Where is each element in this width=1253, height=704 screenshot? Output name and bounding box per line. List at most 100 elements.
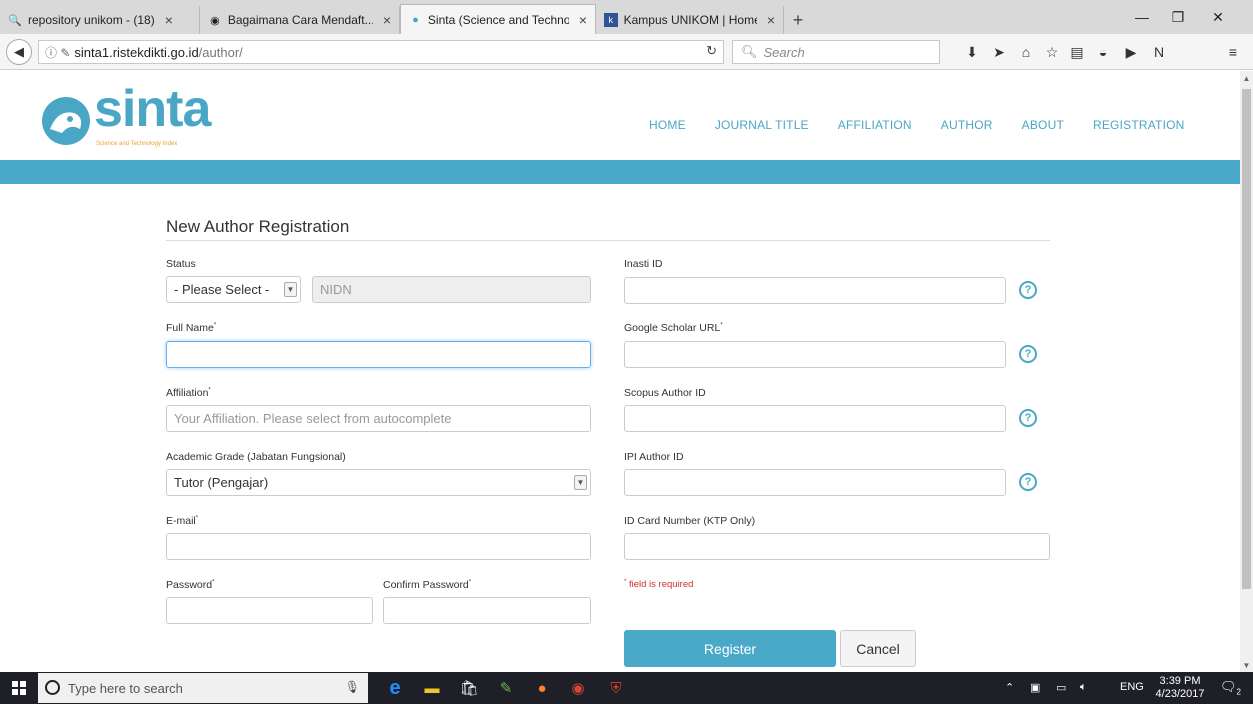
confirm-password-label: Confirm Password*: [383, 579, 471, 591]
windows-start-icon[interactable]: [12, 681, 26, 695]
grade-select[interactable]: Tutor (Pengajar) ▼: [166, 469, 591, 496]
nav-journal-title[interactable]: JOURNAL TITLE: [715, 118, 809, 132]
browser-search-input[interactable]: 🔍︎ Search: [732, 40, 940, 64]
close-tab-icon[interactable]: ×: [579, 12, 587, 28]
new-tab-button[interactable]: +: [784, 6, 812, 34]
ipi-label: IPI Author ID: [624, 451, 684, 463]
reload-icon[interactable]: ↻: [706, 43, 717, 59]
nav-author[interactable]: AUTHOR: [941, 118, 993, 132]
browser-nav-bar: ◀ ⓘ ✎ sinta1.ristekdikti.go.id/author/ ↻…: [0, 34, 1253, 70]
cancel-button[interactable]: Cancel: [840, 630, 916, 667]
affiliation-label-text: Affiliation: [166, 387, 209, 399]
nav-home[interactable]: HOME: [649, 118, 686, 132]
inasti-input[interactable]: [624, 277, 1006, 304]
required-mark: *: [720, 322, 723, 329]
register-button[interactable]: Register: [624, 630, 836, 667]
edge-icon[interactable]: e: [383, 676, 407, 700]
required-mark: *: [468, 579, 472, 586]
download-icon[interactable]: ⬇: [963, 43, 981, 61]
file-explorer-icon[interactable]: ▬: [420, 676, 444, 700]
chrome-icon[interactable]: ◉: [566, 676, 590, 700]
help-icon[interactable]: ?: [1019, 345, 1037, 363]
tray-chevron-up-icon[interactable]: ⌃: [1005, 681, 1014, 694]
youtube-icon[interactable]: ▶: [1122, 43, 1140, 61]
status-select[interactable]: - Please Select - ▼: [166, 276, 301, 303]
password-input[interactable]: [166, 597, 373, 624]
page-content: sinta Science and Technology Index HOME …: [0, 71, 1240, 672]
firefox-icon[interactable]: ●: [530, 676, 554, 700]
email-label: E-mail*: [166, 515, 198, 527]
scroll-up-icon[interactable]: ▲: [1240, 71, 1253, 85]
battery-icon[interactable]: ▭: [1056, 681, 1066, 694]
browser-tab-bar: 🔍 repository unikom - (18) × ◉ Bagaimana…: [0, 0, 1253, 34]
taskbar-search-input[interactable]: Type here to search 🎙︎: [38, 673, 368, 703]
scopus-id-input[interactable]: [624, 405, 1006, 432]
affiliation-input[interactable]: Your Affiliation. Please select from aut…: [166, 405, 591, 432]
sinta-logo-icon: [42, 97, 90, 145]
scholar-url-input[interactable]: [624, 341, 1006, 368]
menu-icon[interactable]: ≡: [1224, 43, 1242, 61]
taskbar-search-placeholder: Type here to search: [68, 680, 183, 696]
language-indicator[interactable]: ENG: [1120, 681, 1144, 693]
chevron-down-icon: ▼: [284, 282, 297, 297]
help-icon[interactable]: ?: [1019, 473, 1037, 491]
notification-center-icon[interactable]: 🗨︎2: [1220, 679, 1241, 697]
store-icon[interactable]: 🛍︎: [457, 676, 481, 700]
taskbar-clock[interactable]: 3:39 PM 4/23/2017: [1155, 675, 1205, 701]
scopus-label: Scopus Author ID: [624, 387, 706, 399]
bookmark-star-icon[interactable]: ☆: [1043, 43, 1061, 61]
close-tab-icon[interactable]: ×: [165, 12, 173, 28]
grade-select-value: Tutor (Pengajar): [174, 475, 269, 490]
arrow-left-icon: ◀: [14, 44, 24, 59]
fullname-label-text: Full Name: [166, 322, 214, 334]
fullname-input[interactable]: [166, 341, 591, 368]
browser-tab-unikom[interactable]: k Kampus UNIKOM | Home ×: [596, 6, 784, 34]
network-icon[interactable]: ▣: [1030, 681, 1040, 694]
close-tab-icon[interactable]: ×: [383, 12, 391, 28]
sinta-icon: ●: [412, 13, 419, 26]
send-icon[interactable]: ➤: [990, 43, 1008, 61]
volume-icon[interactable]: 🔈︎: [1080, 681, 1087, 694]
reading-list-icon[interactable]: ▤: [1068, 43, 1086, 61]
page-scrollbar[interactable]: ▲ ▼: [1240, 71, 1253, 672]
minimize-icon[interactable]: —: [1124, 0, 1160, 34]
microphone-icon[interactable]: 🎙︎: [345, 680, 360, 694]
header-banner: [0, 160, 1240, 184]
circle-icon: ◉: [210, 14, 220, 27]
restore-icon[interactable]: ❐: [1160, 0, 1196, 34]
close-tab-icon[interactable]: ×: [767, 12, 775, 28]
nav-affiliation[interactable]: AFFILIATION: [838, 118, 912, 132]
nidn-input[interactable]: NIDN: [312, 276, 591, 303]
nav-about[interactable]: ABOUT: [1022, 118, 1064, 132]
scroll-down-icon[interactable]: ▼: [1240, 658, 1253, 672]
grade-label: Academic Grade (Jabatan Fungsional): [166, 451, 346, 463]
browser-tab-repository[interactable]: 🔍 repository unikom - (18) ×: [0, 6, 200, 34]
site-tagline: Science and Technology Index: [96, 141, 178, 147]
scroll-thumb[interactable]: [1242, 89, 1251, 589]
ktp-input[interactable]: [624, 533, 1050, 560]
home-icon[interactable]: ⌂: [1017, 43, 1035, 61]
close-window-icon[interactable]: ✕: [1200, 0, 1236, 34]
site-info-icon[interactable]: ⓘ ✎: [45, 44, 70, 61]
tab-label: Bagaimana Cara Mendaft...: [227, 13, 373, 27]
help-icon[interactable]: ?: [1019, 409, 1037, 427]
email-input[interactable]: [166, 533, 591, 560]
nav-registration[interactable]: REGISTRATION: [1093, 118, 1185, 132]
address-bar[interactable]: ⓘ ✎ sinta1.ristekdikti.go.id/author/ ↻: [38, 40, 724, 64]
notepad-icon[interactable]: ✎: [494, 676, 518, 700]
site-logo[interactable]: sinta Science and Technology Index: [40, 80, 211, 151]
status-select-value: - Please Select -: [174, 282, 270, 297]
help-icon[interactable]: ?: [1019, 281, 1037, 299]
email-label-text: E-mail: [166, 515, 196, 527]
pocket-icon[interactable]: ◒: [1094, 43, 1112, 61]
nidn-placeholder: NIDN: [320, 282, 352, 297]
back-button[interactable]: ◀: [6, 39, 32, 65]
extension-icon[interactable]: N: [1150, 43, 1168, 61]
browser-tab-sinta[interactable]: ● Sinta (Science and Techno... ×: [400, 4, 596, 34]
ktp-label: ID Card Number (KTP Only): [624, 515, 756, 527]
ipi-id-input[interactable]: [624, 469, 1006, 496]
password-label: Password*: [166, 579, 214, 591]
confirm-password-input[interactable]: [383, 597, 591, 624]
mcafee-icon[interactable]: ⛨: [604, 676, 628, 700]
browser-tab-bagaimana[interactable]: ◉ Bagaimana Cara Mendaft... ×: [200, 6, 400, 34]
